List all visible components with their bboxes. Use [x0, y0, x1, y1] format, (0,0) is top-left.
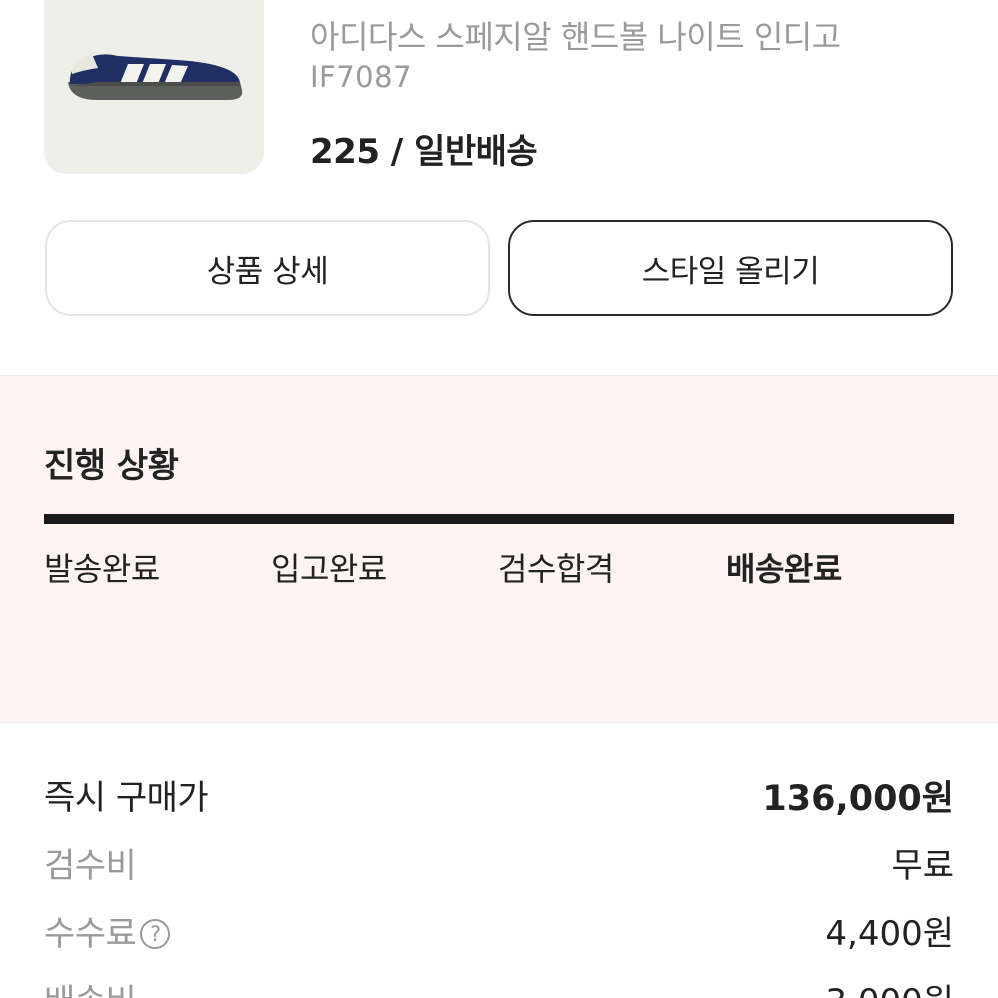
inspection-fee-label: 검수비: [44, 846, 137, 886]
instant-buy-price-row: 즉시 구매가 136,000원: [44, 770, 954, 820]
instant-buy-label: 즉시 구매가: [44, 778, 209, 818]
shipping-fee-value: 3,000원: [825, 974, 954, 998]
progress-bar: [44, 514, 954, 524]
post-style-button[interactable]: 스타일 올리기: [508, 220, 953, 316]
product-detail-button[interactable]: 상품 상세: [45, 220, 490, 316]
commission-value: 4,400원: [825, 914, 954, 954]
progress-title: 진행 상황: [44, 446, 179, 486]
product-image[interactable]: [44, 0, 264, 174]
commission-label: 수수료: [44, 914, 137, 954]
instant-buy-value: 136,000원: [762, 779, 954, 819]
product-model-code: IF7087: [310, 60, 413, 94]
order-detail-page: 아디다스 스페지알 핸드볼 나이트 인디고 IF7087 225 / 일반배송 …: [0, 0, 998, 998]
step-received: 입고완료: [271, 550, 387, 588]
shipping-fee-label: 배송비: [44, 974, 137, 998]
step-inspection-passed: 검수합격: [498, 550, 614, 588]
shoe-image: [68, 54, 243, 100]
shipping-fee-row: 배송비 3,000원: [44, 974, 954, 998]
step-shipped: 발송완료: [44, 550, 160, 588]
inspection-fee-value: 무료: [891, 846, 954, 886]
product-name: 아디다스 스페지알 핸드볼 나이트 인디고: [310, 18, 841, 56]
commission-label-group: 수수료?: [44, 906, 171, 955]
question-circle-icon[interactable]: ?: [140, 919, 171, 949]
size-shipping-option: 225 / 일반배송: [310, 132, 538, 172]
commission-row: 수수료? 4,400원: [44, 906, 954, 956]
progress-section: 진행 상황 발송완료 입고완료 검수합격 배송완료: [0, 375, 998, 723]
step-delivered: 배송완료: [726, 550, 842, 588]
inspection-fee-row: 검수비 무료: [44, 838, 954, 888]
